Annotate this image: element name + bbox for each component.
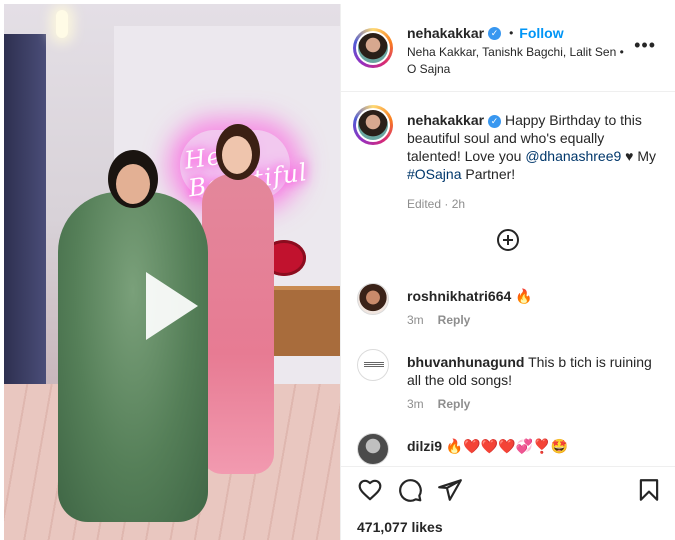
caption-meta: Edited · 2h [407, 197, 466, 211]
mention-link[interactable]: @dhanashree9 [525, 148, 621, 164]
comment-text: dilzi9 🔥❤️❤️❤️💞❣️🤩 [407, 437, 657, 455]
share-icon[interactable] [437, 477, 463, 503]
audio-info[interactable]: Neha Kakkar, Tanishk Bagchi, Lalit Sen •… [407, 44, 627, 78]
commenter-avatar[interactable] [357, 283, 389, 315]
commenter-username[interactable]: roshnikhatri664 [407, 288, 511, 304]
commenter-username[interactable]: dilzi9 [407, 438, 442, 454]
comment-text: roshnikhatri664 🔥 [407, 287, 657, 305]
heart-icon[interactable] [357, 477, 383, 503]
caption-username[interactable]: nehakakkar [407, 112, 484, 128]
dancer-green-dress [58, 150, 208, 522]
post-header: nehakakkar ✓ • Follow Neha Kakkar, Tanis… [341, 4, 675, 92]
curtain [4, 34, 46, 394]
post-sidebar: nehakakkar ✓ • Follow Neha Kakkar, Tanis… [340, 4, 675, 540]
reply-button[interactable]: Reply [438, 397, 471, 411]
caption-text-part: Partner! [461, 166, 516, 182]
caption-text-part: ♥ My [621, 148, 657, 164]
caption-text: nehakakkar ✓ Happy Birthday to this beaut… [407, 111, 657, 183]
follow-button[interactable]: Follow [519, 25, 563, 41]
author-avatar[interactable] [353, 28, 393, 68]
dancer-pink-dress [202, 124, 274, 474]
separator-dot: • [509, 26, 514, 40]
comment-body: 🔥❤️❤️❤️💞❣️🤩 [445, 438, 568, 454]
hashtag-link[interactable]: #OSajna [407, 166, 461, 182]
comment-body: 🔥 [515, 288, 533, 304]
bookmark-icon[interactable] [636, 477, 662, 503]
commenter-username[interactable]: bhuvanhunagund [407, 354, 524, 370]
comment-time: 3m [407, 313, 424, 327]
verified-badge-icon: ✓ [488, 26, 502, 40]
comment-time: 3m [407, 397, 424, 411]
comments-section: nehakakkar ✓ Happy Birthday to this beaut… [341, 93, 675, 465]
post-video[interactable]: Hello Beautiful [4, 4, 340, 540]
comment-text: bhuvanhunagund This b tich is ruining al… [407, 353, 657, 389]
comment-icon[interactable] [397, 477, 423, 503]
author-username[interactable]: nehakakkar [407, 25, 484, 41]
comment-meta: 3m Reply [407, 313, 470, 327]
reply-button[interactable]: Reply [438, 313, 471, 327]
play-icon[interactable] [146, 272, 198, 340]
comment-meta: 3m Reply [407, 397, 470, 411]
more-options-icon[interactable]: ••• [634, 36, 656, 54]
plus-circle-icon[interactable] [497, 229, 519, 251]
action-bar: 471,077 likes [341, 466, 675, 540]
verified-badge-icon: ✓ [488, 114, 502, 128]
commenter-avatar[interactable] [357, 433, 389, 465]
commenter-avatar[interactable] [357, 349, 389, 381]
ceiling-lamp [56, 10, 68, 38]
likes-count[interactable]: 471,077 likes [357, 519, 443, 535]
caption-avatar[interactable] [353, 105, 393, 145]
